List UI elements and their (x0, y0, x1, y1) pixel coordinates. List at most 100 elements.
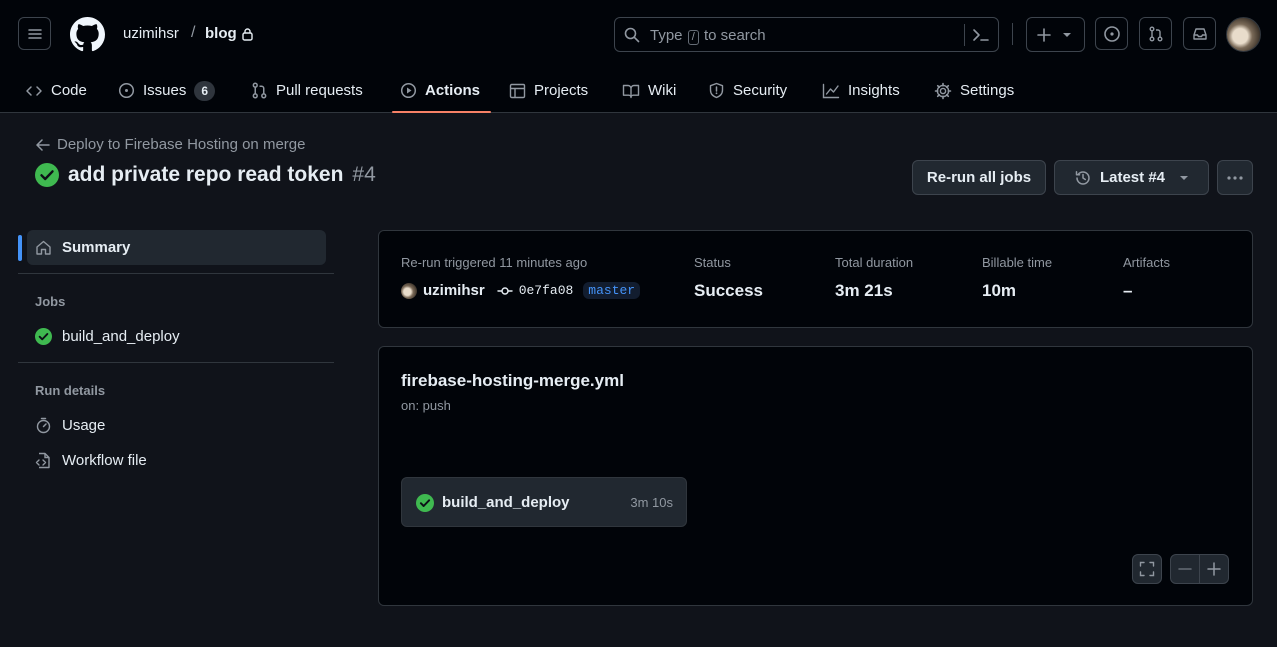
actor-avatar (401, 282, 417, 299)
user-avatar[interactable] (1226, 17, 1261, 52)
inbox-button[interactable] (1183, 17, 1216, 50)
command-palette-icon[interactable] (972, 27, 990, 43)
breadcrumb-owner[interactable]: uzimihsr (123, 25, 179, 42)
sidebar-item-label: Workflow file (62, 452, 147, 469)
issues-button[interactable] (1095, 17, 1128, 50)
arrow-left-icon (36, 138, 50, 151)
back-to-workflow-link[interactable]: Deploy to Firebase Hosting on merge (36, 136, 305, 153)
check-circle-fill-icon (416, 494, 434, 512)
search-placeholder-prefix: Type (650, 27, 683, 44)
tab-security[interactable]: Security (708, 68, 787, 113)
github-logo-icon[interactable] (70, 17, 105, 52)
triangle-down-icon (1180, 175, 1189, 180)
issue-opened-icon (1103, 25, 1120, 42)
tab-wiki[interactable]: Wiki (622, 68, 676, 113)
workflow-file-name: firebase-hosting-merge.yml (401, 371, 624, 390)
workflow-name: Deploy to Firebase Hosting on merge (57, 136, 306, 153)
pull-request-icon (252, 82, 267, 99)
sidebar-item-label: build_and_deploy (62, 328, 180, 345)
stopwatch-icon (36, 417, 51, 434)
job-duration: 3m 10s (630, 495, 673, 510)
sidebar-divider (18, 362, 334, 363)
attempt-select-button[interactable]: Latest #4 (1054, 160, 1209, 195)
job-node[interactable]: build_and_deploy 3m 10s (401, 477, 687, 527)
triangle-down-icon (1063, 33, 1071, 37)
tab-label: Wiki (648, 82, 677, 99)
sidebar-item-label: Usage (62, 417, 106, 434)
plus-icon (1207, 562, 1221, 576)
check-circle-fill-icon (35, 163, 59, 187)
dash-icon (1178, 568, 1192, 570)
billable-value: 10m (982, 281, 1017, 300)
sidebar-item-usage[interactable]: Usage (27, 408, 326, 443)
fullscreen-button[interactable] (1132, 554, 1162, 584)
duration-label: Total duration (835, 255, 914, 270)
tab-label: Actions (425, 82, 481, 99)
book-icon (622, 84, 640, 98)
tab-projects[interactable]: Projects (509, 68, 588, 113)
global-header: uzimihsr / blog Type / to search Code Is… (0, 0, 1277, 113)
issue-icon (118, 82, 135, 99)
search-placeholder: Type / to search (650, 27, 766, 45)
summary-active-indicator (18, 235, 22, 261)
job-name: build_and_deploy (442, 494, 570, 511)
pull-requests-button[interactable] (1139, 17, 1172, 50)
top-bar: uzimihsr / blog Type / to search (0, 0, 1277, 68)
hamburger-icon (27, 28, 42, 39)
tab-pull-requests[interactable]: Pull requests (251, 68, 363, 113)
sidebar-item-summary[interactable]: Summary (27, 230, 326, 265)
sidebar-item-workflow-file[interactable]: Workflow file (27, 443, 326, 478)
tab-actions[interactable]: Actions (400, 68, 480, 113)
zoom-in-button[interactable] (1199, 554, 1229, 584)
rerun-all-jobs-button[interactable]: Re-run all jobs (912, 160, 1046, 195)
tab-label: Security (733, 82, 788, 99)
zoom-out-button[interactable] (1170, 554, 1200, 584)
sidebar-item-label: Summary (62, 239, 131, 256)
branch-label[interactable]: master (583, 282, 641, 299)
breadcrumb-separator: / (191, 24, 196, 41)
tab-insights[interactable]: Insights (822, 68, 900, 113)
menu-button[interactable] (18, 17, 51, 50)
artifacts-label: Artifacts (1123, 255, 1170, 270)
breadcrumb-repo[interactable]: blog (205, 25, 237, 42)
inbox-icon (1192, 27, 1207, 40)
rerun-label: Re-run all jobs (926, 169, 1032, 186)
tab-settings[interactable]: Settings (934, 68, 1014, 113)
duration-value: 3m 21s (835, 281, 893, 300)
repo-nav-tabs: Code Issues 6 Pull requests Actions Proj… (0, 68, 1277, 113)
code-icon (26, 85, 42, 96)
trigger-text: Re-run triggered 11 minutes ago (401, 255, 588, 270)
search-icon (624, 27, 640, 43)
run-summary-card: Re-run triggered 11 minutes ago uzimihsr… (378, 230, 1253, 328)
gear-icon (934, 82, 952, 99)
jobs-heading: Jobs (35, 294, 66, 309)
search-shortcut-key: / (687, 30, 699, 45)
tab-code[interactable]: Code (25, 68, 87, 113)
status-value: Success (694, 281, 763, 300)
kebab-horizontal-icon (1227, 175, 1243, 180)
tab-label: Code (51, 82, 87, 99)
search-divider (964, 24, 965, 46)
screen-full-icon (1139, 561, 1155, 577)
tab-label: Projects (534, 82, 589, 99)
history-icon (1075, 170, 1090, 185)
play-icon (400, 82, 417, 99)
commit-sha[interactable]: 0e7fa08 (519, 283, 574, 298)
check-circle-fill-icon (35, 328, 52, 345)
lock-icon (241, 27, 254, 41)
tab-label: Issues (143, 82, 187, 99)
search-input[interactable]: Type / to search (614, 17, 999, 52)
tab-issues[interactable]: Issues 6 (118, 68, 216, 113)
create-new-button[interactable] (1026, 17, 1085, 52)
billable-label: Billable time (982, 255, 1053, 270)
run-number: #4 (352, 163, 376, 186)
tab-label: Pull requests (276, 82, 363, 99)
more-options-button[interactable] (1217, 160, 1253, 195)
workflow-trigger: on: push (401, 398, 451, 413)
file-code-icon (35, 452, 50, 469)
issues-count-badge: 6 (194, 80, 216, 101)
tab-label: Insights (848, 82, 900, 99)
git-pull-request-icon (1149, 26, 1162, 41)
sidebar-item-job[interactable]: build_and_deploy (27, 319, 326, 354)
actor-username[interactable]: uzimihsr (423, 282, 485, 299)
